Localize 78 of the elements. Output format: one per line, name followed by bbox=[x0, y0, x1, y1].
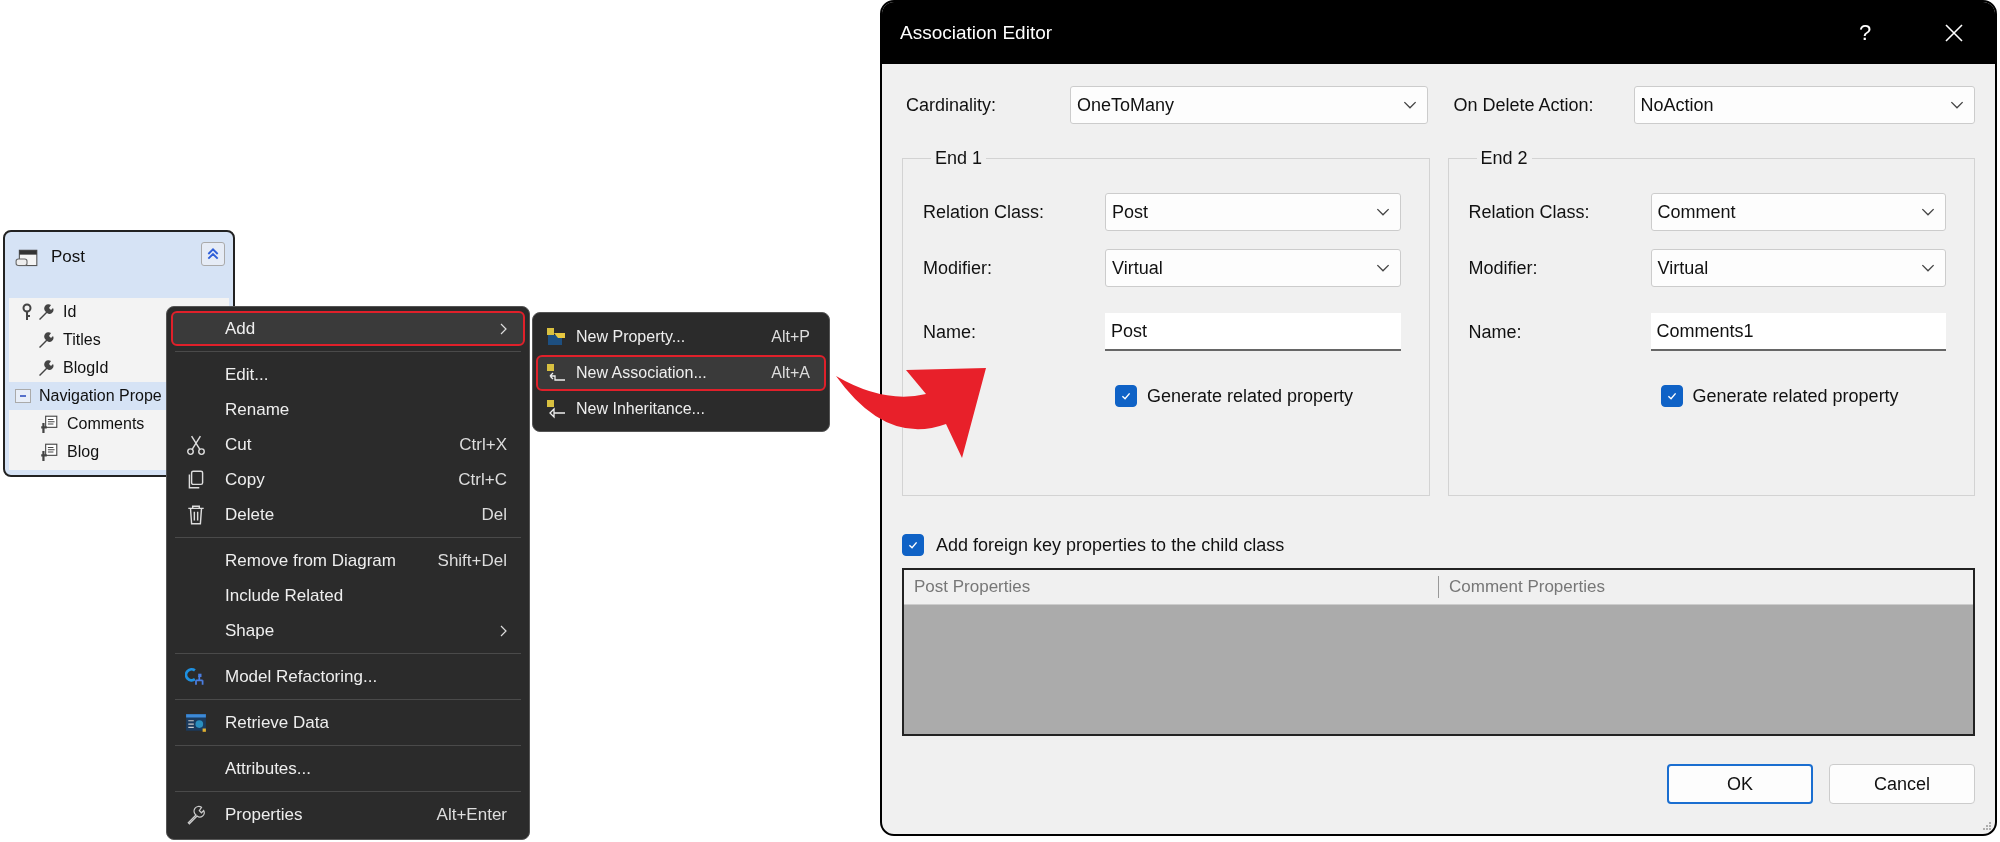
field-label: Modifier: bbox=[1468, 257, 1539, 279]
property-name[interactable]: Titles bbox=[63, 331, 101, 349]
help-button[interactable]: ? bbox=[1835, 8, 1895, 58]
property-icon bbox=[546, 327, 566, 347]
menu-item[interactable]: Retrieve Data bbox=[171, 705, 525, 740]
field-label: Modifier: bbox=[923, 257, 994, 279]
dropdown[interactable]: NoAction bbox=[1633, 86, 1975, 124]
entity-title: Post bbox=[51, 247, 87, 267]
wrench-icon bbox=[185, 803, 207, 826]
menu-item[interactable]: New Property... Alt+P bbox=[536, 319, 826, 355]
check-icon bbox=[907, 539, 919, 551]
property-name[interactable]: BlogId bbox=[63, 359, 109, 377]
window-title: Association Editor bbox=[900, 22, 1054, 44]
field-label: On Delete Action: bbox=[1452, 94, 1595, 116]
checkbox[interactable] bbox=[1115, 385, 1137, 407]
navigation-property-icon bbox=[39, 414, 59, 434]
dialog-button[interactable]: OK bbox=[1667, 764, 1813, 804]
wrench-icon bbox=[37, 331, 55, 349]
chevron-down-icon bbox=[1950, 100, 1964, 110]
scissors-icon bbox=[185, 433, 207, 456]
section-title: Navigation Prope bbox=[39, 387, 162, 405]
menu-item[interactable]: Add bbox=[171, 311, 525, 346]
inheritance-icon bbox=[546, 399, 566, 419]
resize-grip[interactable] bbox=[1982, 821, 1992, 831]
chevron-down-icon bbox=[1921, 207, 1935, 217]
checkbox-label: Generate related property bbox=[1692, 385, 1899, 407]
menu-item[interactable]: Include Related bbox=[171, 578, 525, 613]
menu-item[interactable]: Delete Del bbox=[171, 497, 525, 532]
double-chevron-up-icon bbox=[206, 247, 220, 261]
field-label: Relation Class: bbox=[923, 201, 1046, 223]
chevron-down-icon bbox=[1921, 263, 1935, 273]
wrench-icon bbox=[37, 303, 55, 321]
close-icon bbox=[1944, 23, 1964, 43]
wrench-icon bbox=[37, 359, 55, 377]
menu-item[interactable]: Shape bbox=[171, 613, 525, 648]
name-field[interactable]: Comments1 bbox=[1650, 313, 1946, 351]
dropdown[interactable]: Post bbox=[1105, 193, 1401, 231]
menu-item[interactable]: Model Refactoring... bbox=[171, 659, 525, 694]
group-title: End 1 bbox=[934, 148, 984, 169]
checkbox-label: Add foreign key properties to the child class bbox=[936, 534, 1285, 556]
field-label: Name: bbox=[1468, 321, 1523, 343]
chevron-right-icon bbox=[499, 322, 507, 335]
checkbox-label: Generate related property bbox=[1147, 385, 1354, 407]
menu-item[interactable]: Remove from Diagram Shift+Del bbox=[171, 543, 525, 578]
dropdown[interactable]: Virtual bbox=[1650, 249, 1946, 287]
menu-item[interactable]: Properties Alt+Enter bbox=[171, 797, 525, 832]
chevron-right-icon bbox=[499, 624, 507, 637]
navigation-property-name[interactable]: Blog bbox=[67, 443, 100, 461]
trash-icon bbox=[185, 503, 207, 526]
check-icon bbox=[1120, 390, 1132, 402]
checkbox[interactable] bbox=[1660, 385, 1683, 407]
column-header[interactable]: Comment Properties bbox=[1439, 570, 1973, 604]
collapse-toggle[interactable] bbox=[15, 389, 31, 403]
property-name[interactable]: Id bbox=[63, 303, 77, 321]
column-header[interactable]: Post Properties bbox=[904, 576, 1439, 598]
checkbox[interactable] bbox=[902, 534, 924, 556]
menu-item[interactable]: New Inheritance... bbox=[536, 391, 826, 427]
navigation-property-icon bbox=[39, 442, 59, 462]
chevron-down-icon bbox=[1375, 207, 1390, 217]
dropdown[interactable]: Virtual bbox=[1105, 249, 1401, 287]
name-field[interactable]: Post bbox=[1105, 313, 1401, 351]
dropdown[interactable]: OneToMany bbox=[1070, 86, 1428, 124]
association-icon bbox=[546, 363, 566, 383]
collapse-button[interactable] bbox=[201, 242, 225, 266]
dialog-button[interactable]: Cancel bbox=[1829, 764, 1975, 804]
table-window-icon bbox=[185, 711, 207, 734]
field-label: Name: bbox=[923, 321, 977, 343]
chevron-down-icon bbox=[1375, 263, 1390, 273]
dropdown[interactable]: Comment bbox=[1650, 193, 1946, 231]
menu-item[interactable]: New Association... Alt+A bbox=[536, 355, 826, 391]
chevron-down-icon bbox=[1402, 100, 1417, 110]
menu-item[interactable]: Attributes... bbox=[171, 751, 525, 786]
key-icon bbox=[21, 302, 33, 322]
field-label: Cardinality: bbox=[905, 94, 998, 116]
field-label: Relation Class: bbox=[1468, 201, 1591, 223]
group-title: End 2 bbox=[1479, 148, 1529, 169]
check-icon bbox=[1665, 390, 1678, 402]
navigation-property-name[interactable]: Comments bbox=[67, 415, 145, 433]
